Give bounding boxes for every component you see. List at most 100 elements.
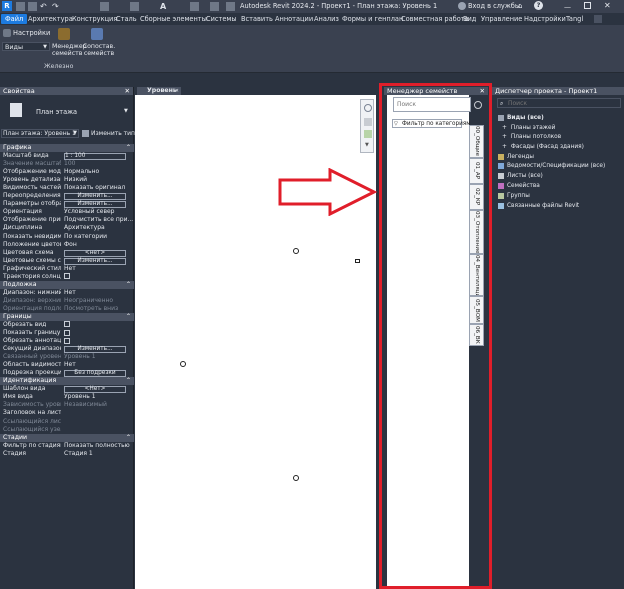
section-icon[interactable] (210, 2, 219, 11)
settings-button[interactable]: Настройки (13, 29, 50, 37)
project-search-input[interactable] (508, 99, 618, 107)
collapse-icon[interactable]: ⌃ (126, 144, 131, 152)
property-edit-button[interactable]: Изменить... (64, 201, 126, 209)
tab-manage[interactable]: Управление (481, 14, 522, 24)
view-cube-icon[interactable] (364, 104, 372, 112)
settings-icon[interactable] (3, 29, 11, 37)
collapse-icon[interactable]: ⌃ (126, 377, 131, 385)
property-value[interactable]: Подчистить все при... (64, 216, 134, 224)
elevation-marker-north[interactable] (293, 248, 299, 254)
close-icon[interactable]: ✕ (125, 87, 130, 95)
tab-annotate[interactable]: Аннотации (275, 14, 313, 24)
expand-icon[interactable]: + (502, 134, 507, 140)
tab-file[interactable]: Файл (1, 14, 28, 24)
property-edit-button[interactable]: Без подрезки (64, 370, 126, 378)
user-icon[interactable] (458, 2, 466, 10)
chevron-down-icon[interactable]: ▼ (365, 142, 369, 148)
text-icon[interactable]: A (160, 2, 169, 11)
signin-label[interactable]: Вход в службы (468, 2, 520, 10)
undo-icon[interactable]: ↶ (40, 2, 49, 11)
print-icon[interactable] (100, 2, 109, 11)
property-value[interactable]: Показать полностью (64, 442, 134, 450)
elevation-marker-south[interactable] (293, 475, 299, 481)
type-selector[interactable]: План этажа ▼ (0, 95, 134, 127)
tab-collaborate[interactable]: Совместная работа (401, 14, 469, 24)
tree-item[interactable]: Группы (498, 192, 530, 201)
property-edit-button[interactable]: Изменить... (64, 346, 126, 354)
minimize-icon[interactable]: — (564, 3, 571, 11)
property-value[interactable]: Низкий (64, 176, 134, 184)
property-value[interactable]: Фон (64, 241, 134, 249)
property-value[interactable]: Нет (64, 289, 134, 297)
view-tab[interactable]: Уровень 1 ✕ (137, 87, 181, 102)
family-manager-button[interactable]: Менеджер семейств (52, 43, 87, 57)
tree-item[interactable]: Связанные файлы Revit (498, 202, 579, 211)
expand-icon[interactable]: + (502, 125, 507, 131)
maximize-icon[interactable] (584, 2, 591, 9)
property-value[interactable]: Нет (64, 361, 134, 369)
edit-type-icon[interactable] (82, 130, 89, 137)
section-header[interactable]: Идентификация ⌃ (0, 377, 134, 386)
tab-steel[interactable]: Сталь (116, 14, 137, 24)
property-value[interactable]: Уровень 1 (64, 393, 134, 401)
property-value[interactable]: Нет (64, 265, 134, 273)
property-edit-button[interactable]: <Нет> (64, 386, 126, 394)
tab-addins[interactable]: Надстройки (524, 14, 566, 24)
property-value[interactable]: Стадия 1 (64, 450, 134, 458)
elevation-marker-west[interactable] (180, 361, 186, 367)
ribbon-collapse-icon[interactable] (594, 15, 602, 23)
property-value[interactable]: По категории (64, 233, 134, 241)
project-search[interactable]: ⌕ (497, 98, 621, 108)
property-value[interactable]: Архитектура (64, 224, 134, 232)
property-value[interactable]: Нормально (64, 168, 134, 176)
3d-view-icon[interactable] (190, 2, 199, 11)
elevation-marker-east[interactable] (355, 259, 360, 263)
property-checkbox[interactable] (64, 329, 70, 336)
tree-item[interactable]: Виды (все) (498, 114, 544, 123)
tree-item[interactable]: Листы (все) (498, 172, 543, 181)
tree-item[interactable]: Семейства (498, 182, 540, 191)
collapse-icon[interactable]: ⌃ (126, 281, 131, 289)
property-checkbox[interactable] (64, 273, 70, 280)
close-hidden-icon[interactable] (226, 2, 235, 11)
section-header[interactable]: Подложка ⌃ (0, 280, 134, 289)
revit-logo-icon[interactable]: R (2, 1, 12, 11)
tab-massing[interactable]: Формы и генплан (342, 14, 403, 24)
tab-tangl[interactable]: Tangl (566, 14, 583, 24)
tree-item[interactable]: Легенды (498, 153, 534, 162)
cart-icon[interactable]: ⌂ (518, 2, 522, 10)
tab-insert[interactable]: Вставить (241, 14, 273, 24)
help-icon[interactable]: ? (534, 1, 543, 10)
compare-families-icon[interactable] (91, 28, 103, 40)
property-checkbox[interactable] (64, 337, 70, 344)
tree-item[interactable]: Ведомости/Спецификации (все) (498, 162, 605, 171)
collapse-icon[interactable]: ⌃ (126, 434, 131, 442)
property-edit-button[interactable]: <нет> (64, 249, 126, 257)
instance-selector[interactable]: План этажа: Уровень 1 ▼ (1, 129, 79, 138)
collapse-icon[interactable]: ⌃ (126, 313, 131, 321)
open-icon[interactable] (16, 2, 25, 11)
compare-families-button[interactable]: Сопостав. семейств (82, 43, 116, 57)
tab-precast[interactable]: Сборные элементы (140, 14, 207, 24)
save-icon[interactable] (28, 2, 37, 11)
property-value[interactable]: Показать оригинал (64, 184, 134, 192)
close-icon[interactable]: ✕ (604, 1, 611, 10)
views-dropdown[interactable]: Виды ▼ (2, 42, 50, 51)
property-edit-button[interactable]: Изменить... (64, 257, 126, 265)
tree-item[interactable]: + Планы потолков (496, 133, 561, 142)
redo-icon[interactable]: ↷ (52, 2, 61, 11)
zoom-region-icon[interactable] (364, 130, 372, 138)
measure-icon[interactable] (130, 2, 139, 11)
property-checkbox[interactable] (64, 321, 70, 328)
tree-item[interactable]: + Фасады (Фасад здания) (496, 143, 584, 152)
tree-item[interactable]: + Планы этажей (496, 124, 555, 133)
family-manager-icon[interactable] (58, 28, 70, 40)
property-value[interactable]: Условный север (64, 208, 134, 216)
property-value-field[interactable]: 1 : 100 (64, 153, 126, 160)
edit-type-button[interactable]: Изменить тип (91, 130, 135, 137)
tab-systems[interactable]: Системы (206, 14, 237, 24)
close-icon[interactable]: ✕ (175, 87, 179, 95)
section-header[interactable]: Стадии ⌃ (0, 433, 134, 442)
tab-view[interactable]: Вид (463, 14, 476, 24)
tab-architecture[interactable]: Архитектура (28, 14, 73, 24)
